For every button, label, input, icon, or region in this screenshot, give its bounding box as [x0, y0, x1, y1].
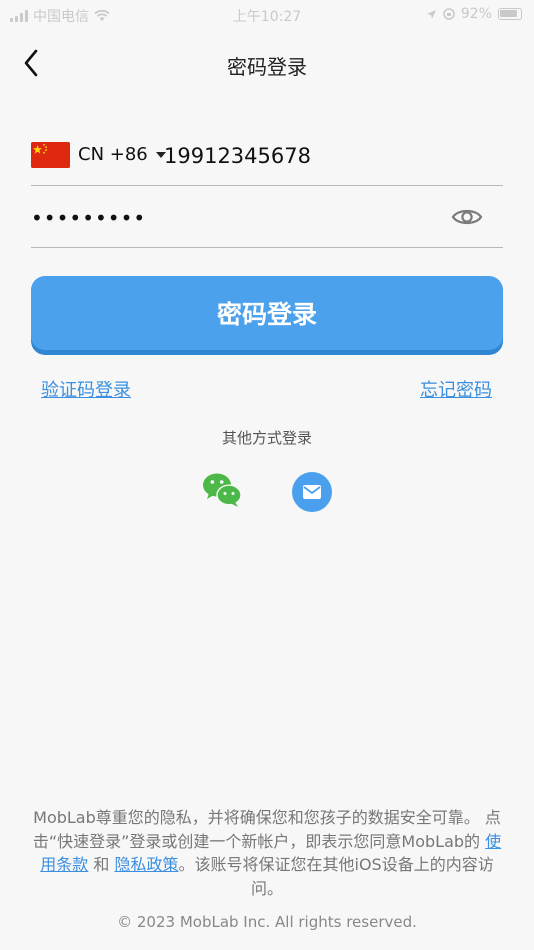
status-right: 92% — [426, 6, 522, 22]
location-icon — [426, 9, 436, 19]
login-screen: 中国电信 上午10:27 92% 密码登录 CN +86 19912345678… — [0, 0, 534, 950]
wechat-icon — [203, 473, 242, 507]
wechat-login-button[interactable] — [202, 472, 242, 512]
copyright-text: © 2023 MobLab Inc. All rights reserved. — [117, 913, 417, 931]
phone-row: CN +86 — [31, 130, 503, 186]
other-login-methods-label: 其他方式登录 — [221, 429, 312, 447]
password-row — [31, 192, 503, 248]
forgot-password-link[interactable]: 忘记密码 — [420, 376, 492, 402]
privacy-disclaimer: MobLab尊重您的隐私，并将确保您和您孩子的数据安全可靠。 点击“快速登录”登… — [30, 806, 504, 900]
disclaimer-and-text: 和 — [88, 855, 115, 874]
eye-icon — [451, 209, 483, 225]
email-icon — [303, 485, 321, 499]
password-input[interactable] — [31, 202, 431, 234]
phone-input[interactable] — [164, 138, 494, 174]
china-flag-icon — [31, 142, 70, 168]
status-bar: 中国电信 上午10:27 92% — [0, 0, 534, 28]
battery-percent: 92% — [460, 6, 492, 22]
battery-icon — [498, 8, 522, 20]
disclaimer-text-1: MobLab尊重您的隐私，并将确保您和您孩子的数据安全可靠。 点击“快速登录”登… — [32, 808, 501, 851]
disclaimer-text-2: 。该账号将保证您在其他iOS设备上的内容访问。 — [178, 855, 494, 898]
lock-rotation-icon — [443, 8, 455, 20]
sms-login-link[interactable]: 验证码登录 — [41, 376, 131, 402]
privacy-policy-link[interactable]: 隐私政策 — [114, 855, 178, 874]
show-password-button[interactable] — [451, 204, 483, 230]
login-button[interactable]: 密码登录 — [31, 276, 503, 350]
country-code-label: CN +86 — [78, 144, 148, 165]
page-title: 密码登录 — [227, 55, 307, 79]
nav-bar: 密码登录 — [0, 36, 534, 90]
email-login-button[interactable] — [292, 472, 332, 512]
country-code-selector[interactable]: CN +86 — [78, 144, 166, 165]
